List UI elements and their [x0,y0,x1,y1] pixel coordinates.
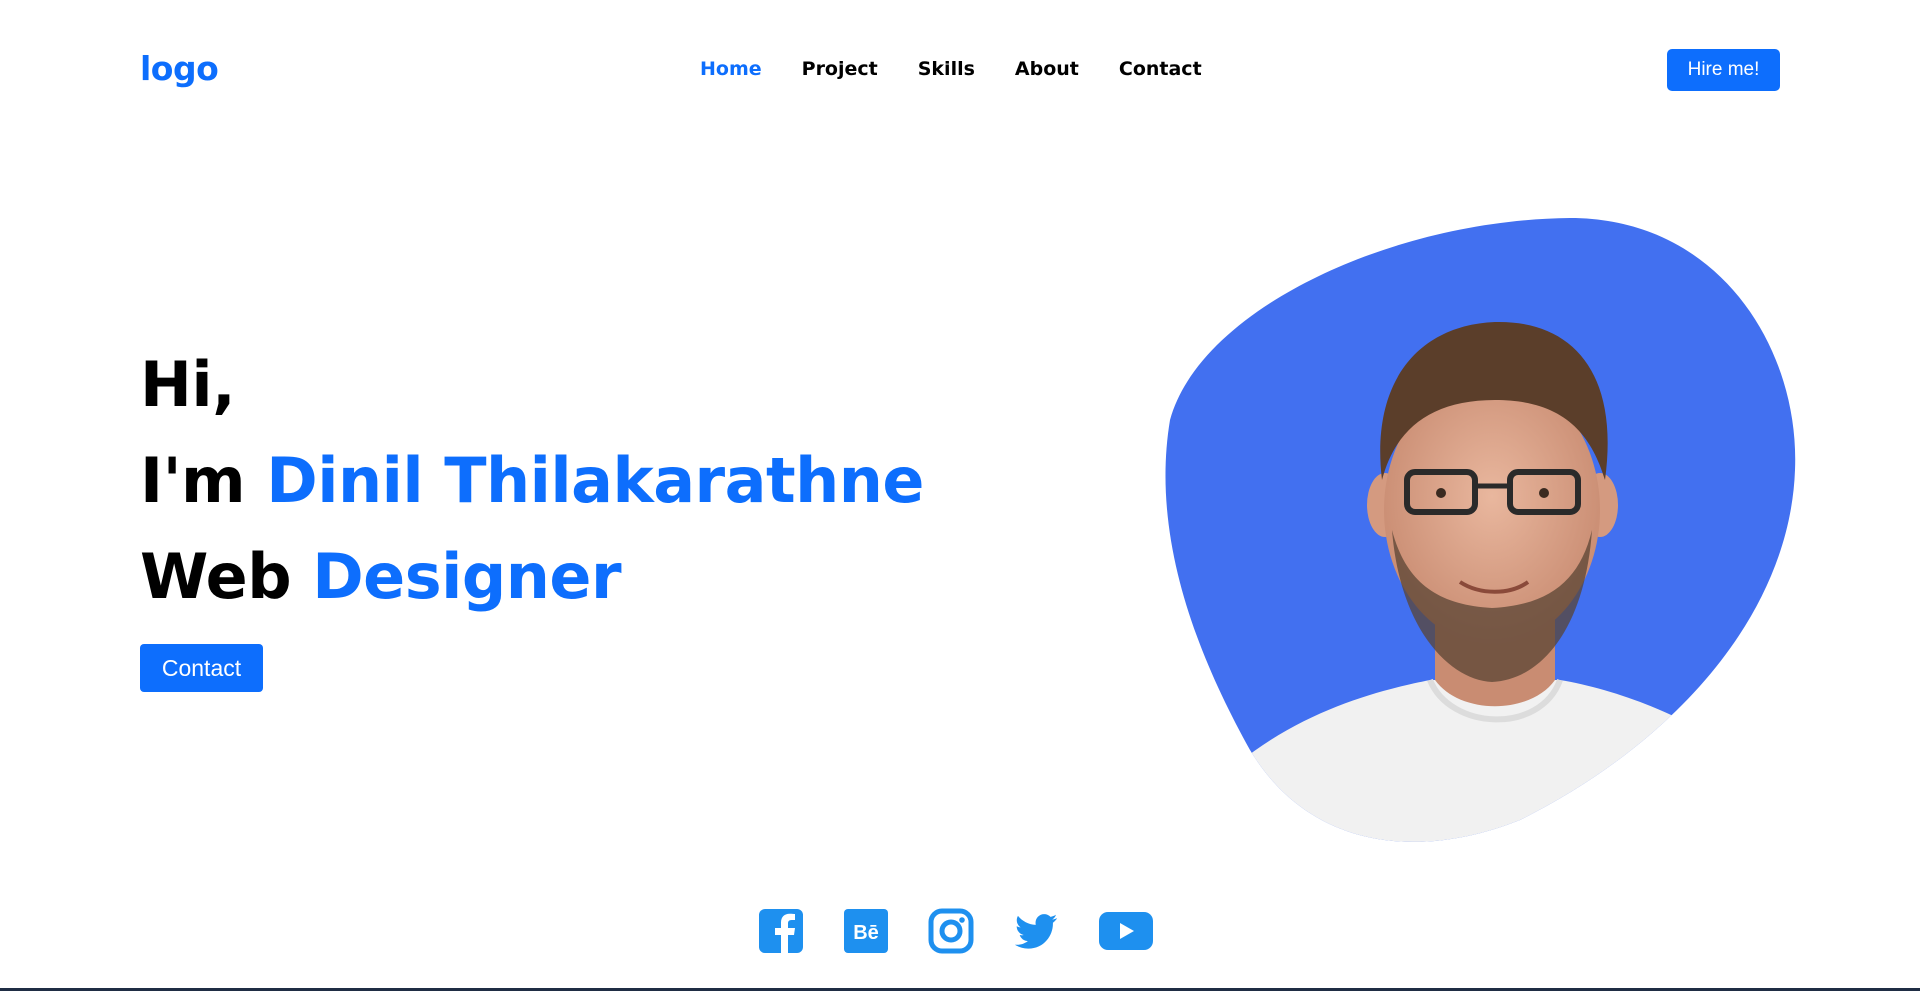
nav-skills[interactable]: Skills [918,56,975,82]
greeting-text: Hi, [140,348,236,421]
nav-contact[interactable]: Contact [1119,56,1202,82]
logo[interactable]: logo [140,49,219,89]
facebook-icon[interactable] [758,908,804,954]
instagram-icon[interactable] [928,908,974,954]
hero-intro: I'm Dinil Thilakarathne [140,446,924,516]
youtube-icon[interactable] [1098,908,1154,954]
portfolio-page: logo Home Project Skills About Contact H… [0,0,1920,991]
hero-greeting: Hi, [140,348,236,421]
main-nav: Home Project Skills About Contact [700,56,1242,82]
hero-role: Web Designer [140,540,622,613]
intro-prefix: I'm [140,444,246,517]
nav-about[interactable]: About [1015,56,1079,82]
nav-home[interactable]: Home [700,56,762,82]
hire-me-button[interactable]: Hire me! [1667,49,1780,91]
profile-portrait [1165,218,1796,842]
hero-name: Dinil Thilakarathne [266,444,924,517]
behance-icon[interactable]: Bē [843,908,889,954]
twitter-icon[interactable] [1013,908,1059,954]
contact-button[interactable]: Contact [140,644,263,692]
role-prefix: Web [140,540,292,613]
svg-text:Bē: Bē [853,922,879,944]
role-title: Designer [312,540,622,613]
social-links: Bē [758,908,1154,954]
nav-project[interactable]: Project [802,56,878,82]
